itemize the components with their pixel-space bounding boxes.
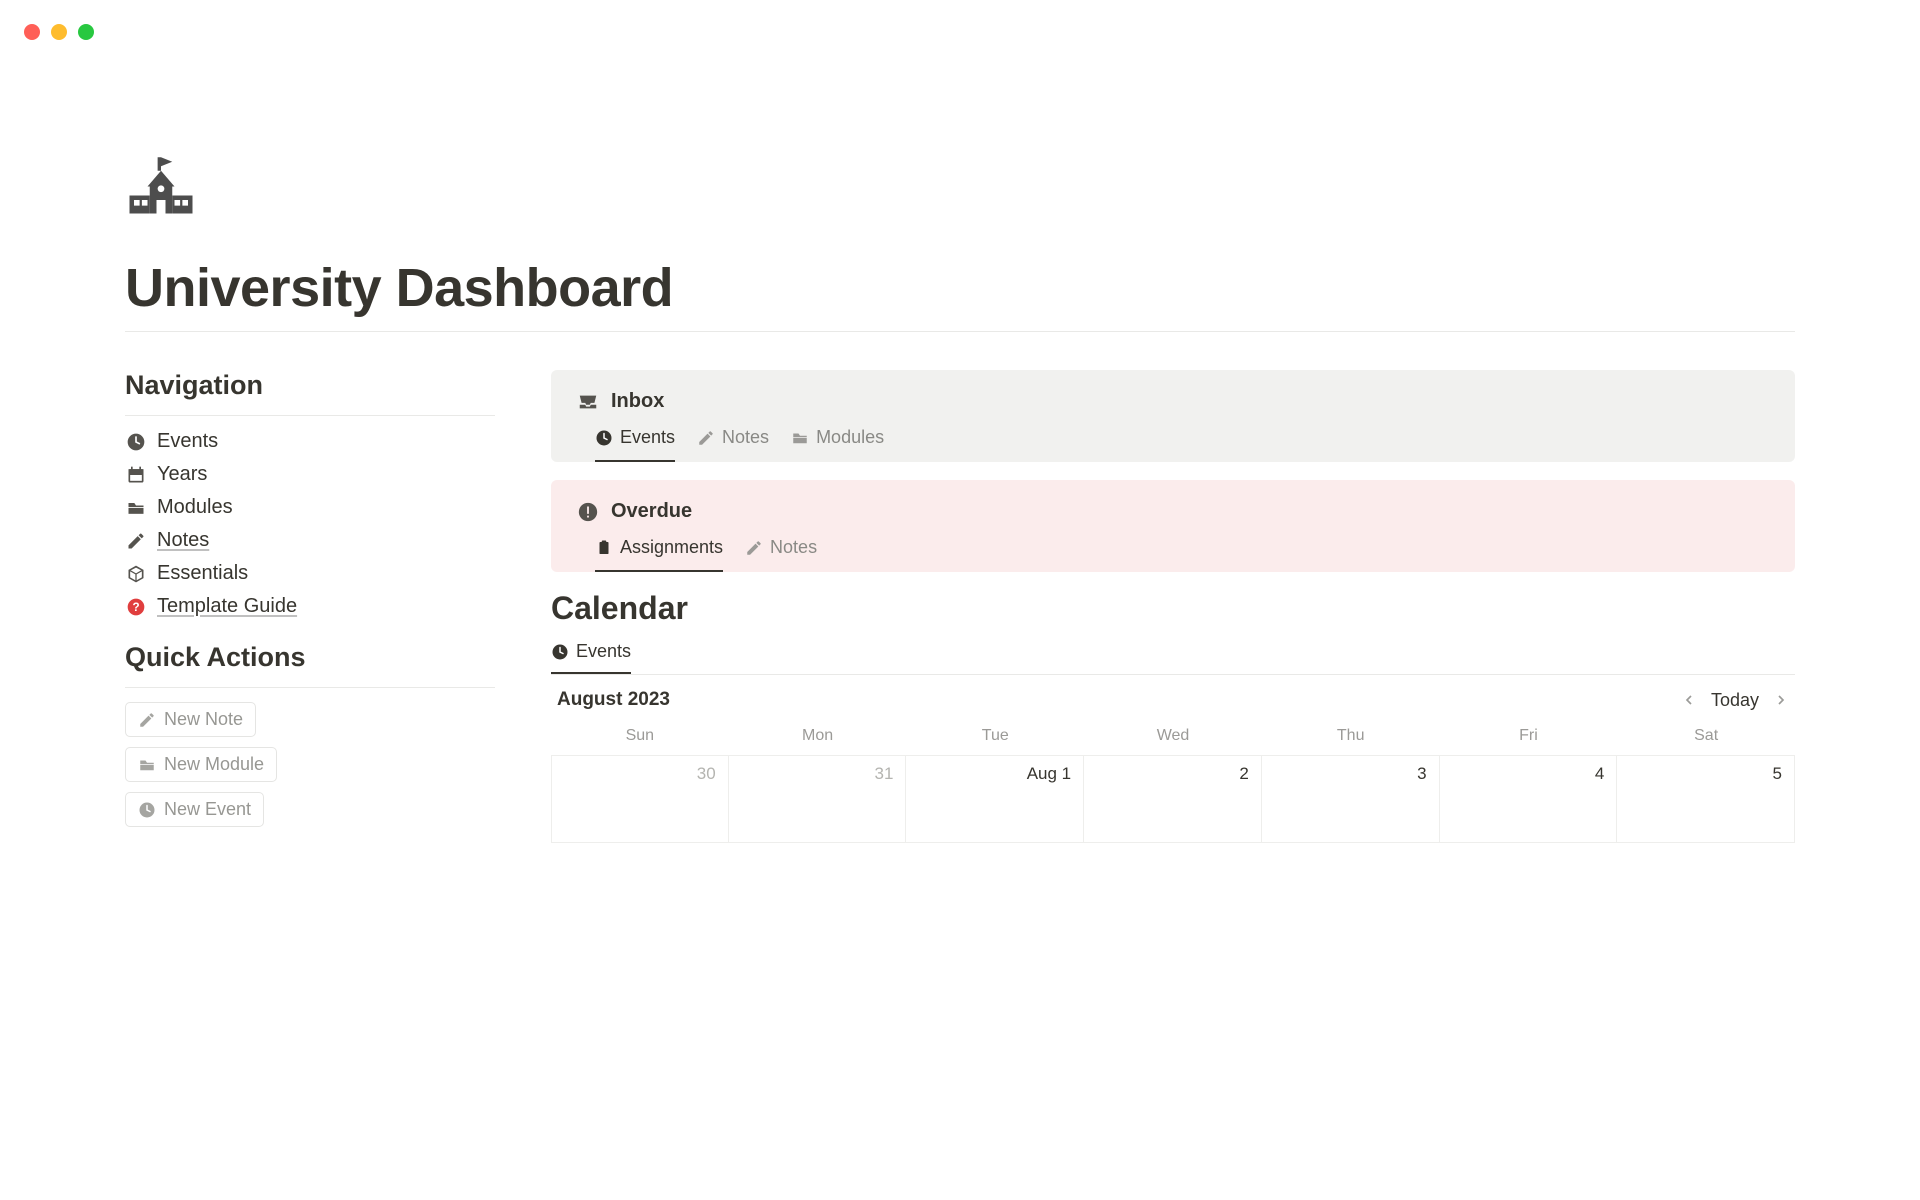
page-icon-school[interactable] xyxy=(125,155,197,227)
folder-icon xyxy=(138,756,156,774)
calendar-tab-events[interactable]: Events xyxy=(551,641,631,674)
quick-action-new-note[interactable]: New Note xyxy=(125,702,256,737)
calendar-prev-button[interactable] xyxy=(1681,692,1697,708)
quick-action-label: New Event xyxy=(164,799,251,820)
clipboard-icon xyxy=(595,539,613,557)
calendar-cell[interactable]: 4 xyxy=(1440,755,1618,843)
quick-action-new-module[interactable]: New Module xyxy=(125,747,277,782)
calendar-cell[interactable]: 3 xyxy=(1262,755,1440,843)
calendar-icon xyxy=(125,464,147,486)
nav-item-modules[interactable]: Modules xyxy=(125,496,495,519)
calendar-dow: Wed xyxy=(1084,721,1262,755)
title-divider xyxy=(125,331,1795,332)
page-title: University Dashboard xyxy=(125,257,1795,319)
overdue-tab-assignments[interactable]: Assignments xyxy=(595,537,723,572)
overdue-panel: Overdue Assignments Notes xyxy=(551,480,1795,572)
folder-icon xyxy=(791,429,809,447)
overdue-title: Overdue xyxy=(611,500,692,523)
inbox-tab-events[interactable]: Events xyxy=(595,427,675,462)
inbox-panel: Inbox Events Notes Modules xyxy=(551,370,1795,462)
nav-item-template-guide[interactable]: ? Template Guide xyxy=(125,595,495,618)
nav-item-label: Years xyxy=(157,463,207,486)
warning-icon xyxy=(577,501,599,523)
nav-item-label: Template Guide xyxy=(157,595,297,618)
box-icon xyxy=(125,563,147,585)
overdue-tab-notes[interactable]: Notes xyxy=(745,537,817,572)
nav-item-years[interactable]: Years xyxy=(125,463,495,486)
calendar-dow: Sun xyxy=(551,721,729,755)
folder-icon xyxy=(125,497,147,519)
calendar-today-button[interactable]: Today xyxy=(1711,690,1759,711)
close-window-button[interactable] xyxy=(24,24,40,40)
quick-action-new-event[interactable]: New Event xyxy=(125,792,264,827)
quick-action-label: New Module xyxy=(164,754,264,775)
calendar-cell[interactable]: 2 xyxy=(1084,755,1262,843)
nav-item-notes[interactable]: Notes xyxy=(125,529,495,552)
pencil-icon xyxy=(125,530,147,552)
calendar-cell[interactable]: 31 xyxy=(729,755,907,843)
inbox-tab-modules[interactable]: Modules xyxy=(791,427,884,462)
calendar-tab-label: Events xyxy=(576,641,631,662)
pencil-icon xyxy=(745,539,763,557)
inbox-tab-notes[interactable]: Notes xyxy=(697,427,769,462)
quick-actions-heading: Quick Actions xyxy=(125,642,495,673)
nav-item-label: Modules xyxy=(157,496,233,519)
nav-item-label: Notes xyxy=(157,529,209,552)
quick-action-label: New Note xyxy=(164,709,243,730)
calendar-cell[interactable]: 30 xyxy=(551,755,729,843)
navigation-heading: Navigation xyxy=(125,370,495,401)
clock-icon xyxy=(595,429,613,447)
inbox-icon xyxy=(577,391,599,413)
window-traffic-lights xyxy=(24,24,94,40)
calendar-dow: Mon xyxy=(729,721,907,755)
calendar-dow: Sat xyxy=(1617,721,1795,755)
nav-item-label: Essentials xyxy=(157,562,248,585)
calendar-dow: Tue xyxy=(906,721,1084,755)
pencil-icon xyxy=(697,429,715,447)
calendar-next-button[interactable] xyxy=(1773,692,1789,708)
calendar-month-label: August 2023 xyxy=(557,689,670,711)
tab-label: Notes xyxy=(722,427,769,448)
calendar-cell[interactable]: 5 xyxy=(1617,755,1795,843)
nav-item-essentials[interactable]: Essentials xyxy=(125,562,495,585)
clock-icon xyxy=(125,431,147,453)
calendar-heading: Calendar xyxy=(551,590,1795,627)
tab-label: Modules xyxy=(816,427,884,448)
inbox-title: Inbox xyxy=(611,390,664,413)
clock-icon xyxy=(138,801,156,819)
svg-text:?: ? xyxy=(132,601,139,614)
minimize-window-button[interactable] xyxy=(51,24,67,40)
tab-label: Events xyxy=(620,427,675,448)
divider xyxy=(125,415,495,416)
divider xyxy=(125,687,495,688)
calendar-dow: Thu xyxy=(1262,721,1440,755)
clock-icon xyxy=(551,643,569,661)
nav-item-label: Events xyxy=(157,430,218,453)
tab-label: Notes xyxy=(770,537,817,558)
tab-label: Assignments xyxy=(620,537,723,558)
pencil-icon xyxy=(138,711,156,729)
help-red-icon: ? xyxy=(125,596,147,618)
nav-item-events[interactable]: Events xyxy=(125,430,495,453)
fullscreen-window-button[interactable] xyxy=(78,24,94,40)
calendar-cell[interactable]: Aug 1 xyxy=(906,755,1084,843)
calendar-dow: Fri xyxy=(1440,721,1618,755)
